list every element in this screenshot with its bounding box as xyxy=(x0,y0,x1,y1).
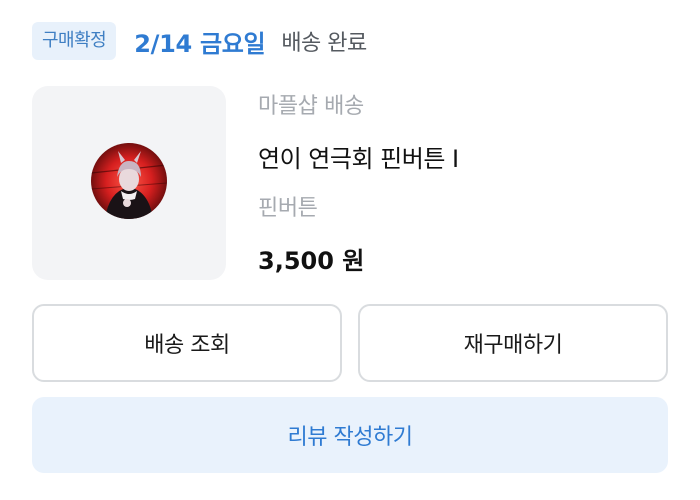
product-thumbnail[interactable] xyxy=(32,86,226,280)
product-name[interactable]: 연이 연극회 핀버튼 I xyxy=(258,139,459,174)
delivery-date: 2/14 금요일 xyxy=(134,29,266,58)
order-item-card: 구매확정 2/14 금요일 배송 완료 마플샵 배송 연이 연극회 핀버튼 I … xyxy=(0,0,700,500)
rebuy-button[interactable]: 재구매하기 xyxy=(358,304,668,382)
product-option: 핀버튼 xyxy=(258,196,318,221)
track-delivery-button[interactable]: 배송 조회 xyxy=(32,304,342,382)
product-image xyxy=(91,143,167,219)
delivery-status: 배송 완료 xyxy=(281,31,367,56)
seller-name: 마플샵 배송 xyxy=(258,94,364,119)
status-badge: 구매확정 xyxy=(32,22,117,60)
order-status-row: 구매확정 2/14 금요일 배송 완료 xyxy=(32,20,367,62)
write-review-button[interactable]: 리뷰 작성하기 xyxy=(32,397,668,473)
product-price: 3,500 원 xyxy=(258,247,365,275)
